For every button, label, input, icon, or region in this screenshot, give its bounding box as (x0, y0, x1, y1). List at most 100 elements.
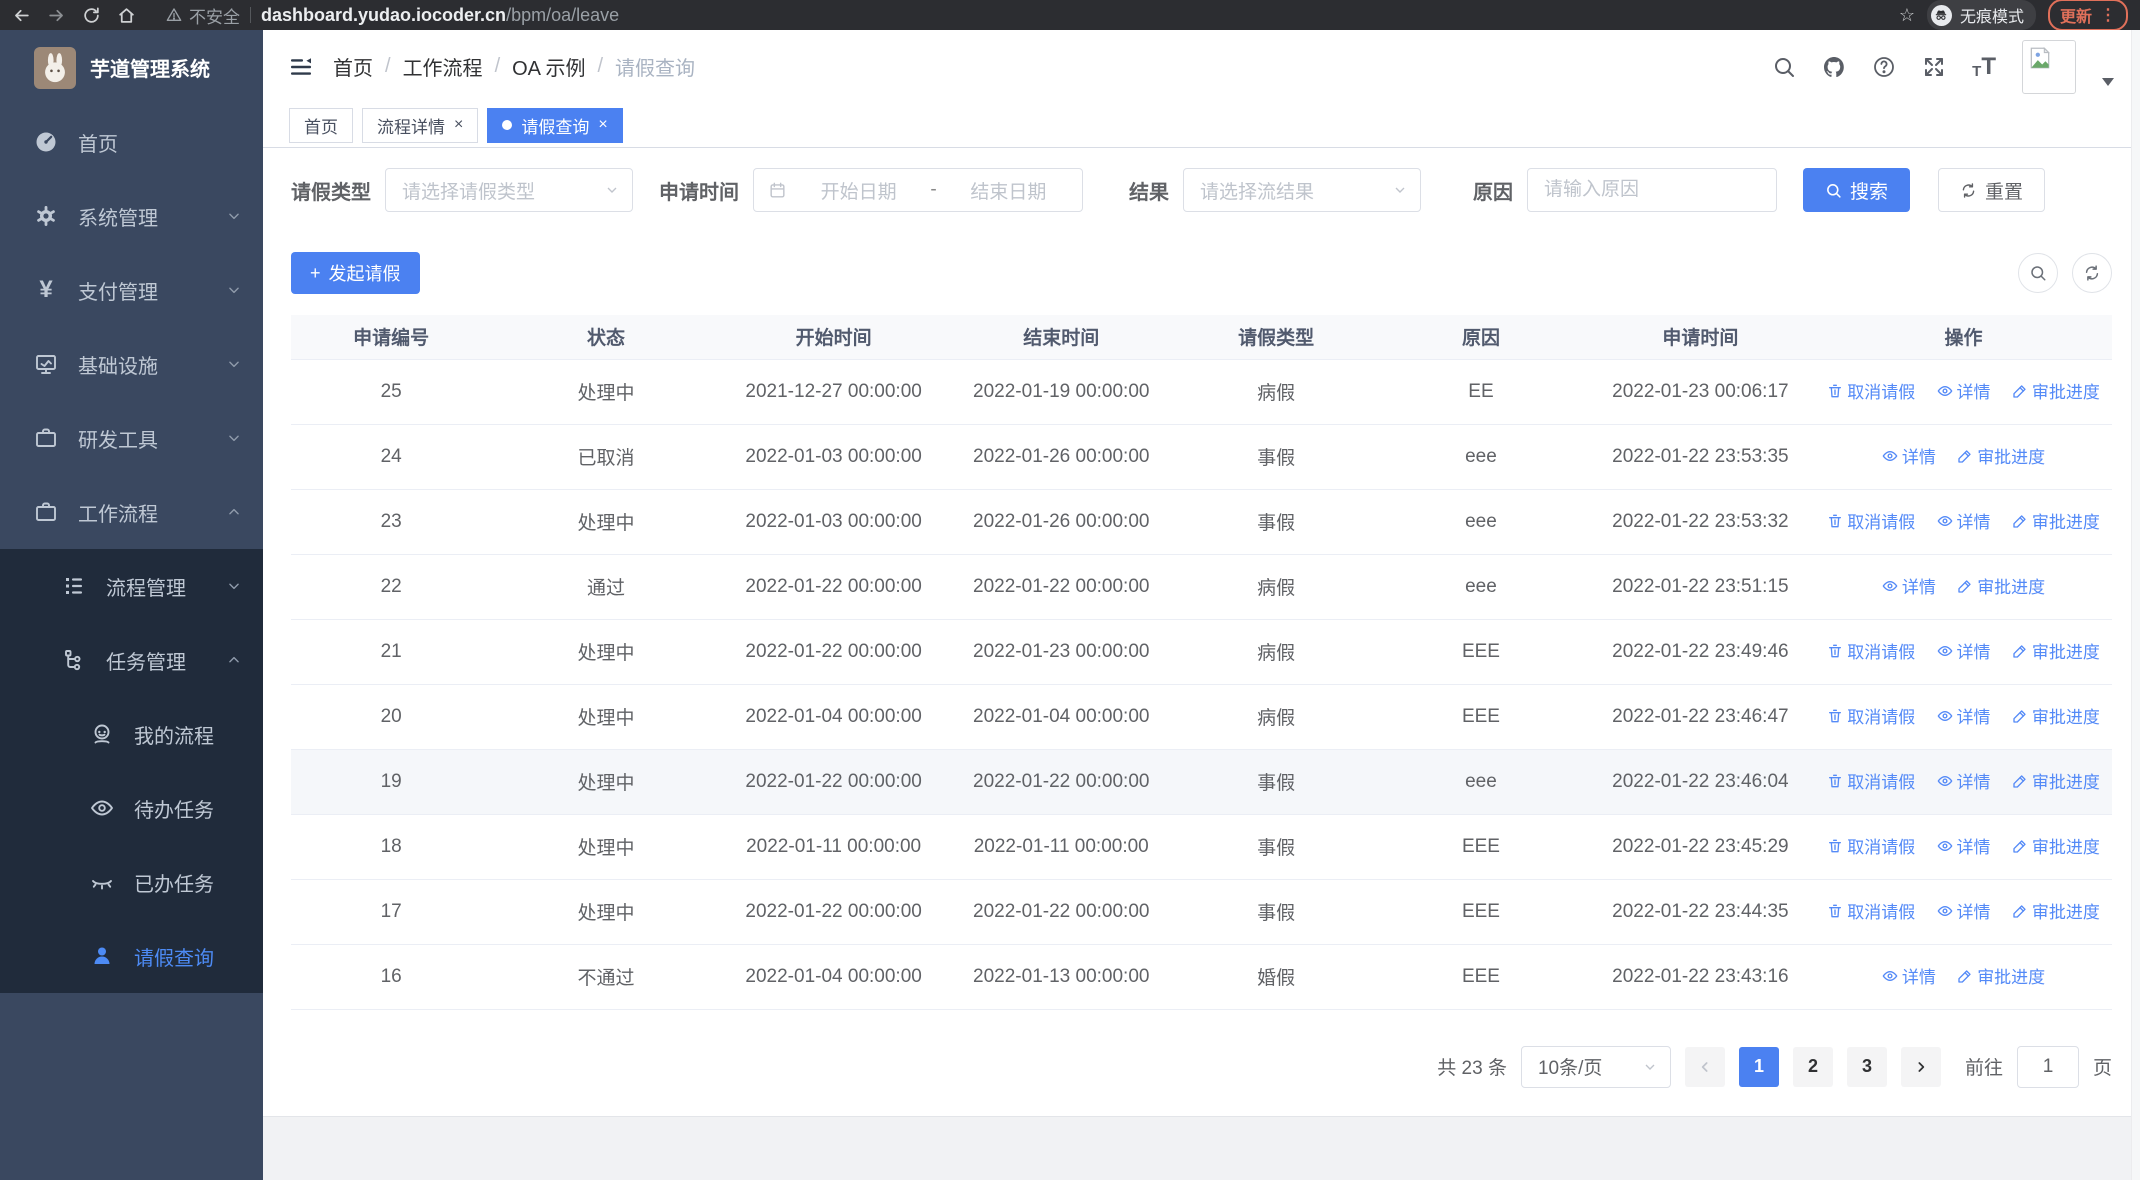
search-icon[interactable] (1772, 55, 1796, 79)
browser-menu-icon[interactable]: ⋮ (2100, 5, 2116, 25)
breadcrumb-home[interactable]: 首页 (333, 52, 373, 81)
detail-link[interactable]: 详情 (1937, 898, 1991, 923)
page-button-3[interactable]: 3 (1846, 1046, 1887, 1087)
search-button[interactable]: 搜索 (1803, 168, 1911, 212)
tab-leave-query[interactable]: 请假查询 × (487, 107, 623, 143)
cell-id: 20 (291, 684, 492, 750)
close-icon[interactable]: × (454, 117, 463, 133)
tab-process-detail[interactable]: 流程详情 × (362, 107, 479, 143)
bookmark-star-icon[interactable]: ☆ (1899, 6, 1915, 24)
gear-icon (34, 204, 58, 228)
home-icon[interactable] (117, 6, 136, 25)
approval-progress-link[interactable]: 审批进度 (2012, 703, 2100, 728)
trash-icon (1829, 774, 1842, 788)
toggle-search-button[interactable] (2018, 253, 2058, 293)
prev-page-button[interactable] (1684, 1046, 1725, 1087)
page-button-2[interactable]: 2 (1792, 1046, 1833, 1087)
breadcrumb-oa-example[interactable]: OA 示例 (512, 52, 585, 81)
page-size-select[interactable]: 10条/页 (1520, 1045, 1671, 1088)
reload-icon[interactable] (82, 6, 101, 25)
forward-icon[interactable] (47, 6, 66, 25)
reset-button[interactable]: 重置 (1938, 168, 2046, 212)
select-placeholder: 请选择流结果 (1200, 181, 1315, 203)
eye-icon (1937, 905, 1952, 916)
update-button[interactable]: 更新 ⋮ (2047, 0, 2128, 31)
back-icon[interactable] (12, 6, 31, 25)
approval-progress-link[interactable]: 审批进度 (2012, 638, 2100, 663)
chevron-down-icon (607, 187, 617, 193)
breadcrumb-separator: / (597, 55, 604, 77)
apply-time-range-picker[interactable]: 开始日期 - 结束日期 (753, 168, 1083, 212)
sidebar-item-leave-query[interactable]: 请假查询 (0, 919, 263, 993)
address-bar[interactable]: 不安全 dashboard.yudao.iocoder.cn/bpm/oa/le… (166, 3, 1883, 28)
approval-progress-link[interactable]: 审批进度 (1957, 573, 2045, 598)
goto-page-input[interactable] (2016, 1045, 2079, 1088)
detail-link[interactable]: 详情 (1937, 508, 1991, 533)
approval-progress-link[interactable]: 审批进度 (2012, 833, 2100, 858)
detail-link[interactable]: 详情 (1882, 963, 1936, 988)
cancel-leave-link[interactable]: 取消请假 (1827, 638, 1915, 663)
cancel-leave-link[interactable]: 取消请假 (1827, 703, 1915, 728)
avatar[interactable] (2022, 39, 2076, 94)
result-select[interactable]: 请选择流结果 (1183, 168, 1421, 212)
sidebar-item-task-mgmt[interactable]: 任务管理 (0, 623, 263, 697)
tab-home[interactable]: 首页 (289, 107, 353, 143)
approval-progress-link[interactable]: 审批进度 (2012, 768, 2100, 793)
refresh-table-button[interactable] (2072, 253, 2112, 293)
page-button-1[interactable]: 1 (1738, 1046, 1779, 1087)
sidebar-item-my-process[interactable]: 我的流程 (0, 697, 263, 771)
leave-type-select[interactable]: 请选择请假类型 (385, 168, 633, 212)
cancel-leave-link[interactable]: 取消请假 (1827, 833, 1915, 858)
sidebar-item-workflow[interactable]: 工作流程 (0, 475, 263, 549)
detail-link[interactable]: 详情 (1937, 768, 1991, 793)
detail-link[interactable]: 详情 (1937, 638, 1991, 663)
detail-link[interactable]: 详情 (1937, 378, 1991, 403)
sidebar-item-done-tasks[interactable]: 已办任务 (0, 845, 263, 919)
scrollbar[interactable] (2131, 30, 2140, 1180)
close-icon[interactable]: × (598, 117, 607, 133)
cancel-leave-link[interactable]: 取消请假 (1827, 508, 1915, 533)
sidebar-fold-icon[interactable] (289, 55, 313, 79)
sidebar-item-infra[interactable]: 基础设施 (0, 327, 263, 401)
sidebar-item-system[interactable]: 系统管理 (0, 179, 263, 253)
briefcase-icon (34, 426, 58, 450)
sidebar-item-process-mgmt[interactable]: 流程管理 (0, 549, 263, 623)
cell-start: 2022-01-22 00:00:00 (720, 879, 947, 945)
sidebar-item-home[interactable]: 首页 (0, 105, 263, 179)
sidebar-item-todo-tasks[interactable]: 待办任务 (0, 771, 263, 845)
cell-type: 事假 (1175, 879, 1377, 945)
sidebar-item-devtools[interactable]: 研发工具 (0, 401, 263, 475)
detail-link[interactable]: 详情 (1937, 833, 1991, 858)
cell-id: 18 (291, 814, 492, 880)
next-page-button[interactable] (1900, 1046, 1941, 1087)
cell-type: 病假 (1175, 359, 1377, 425)
cancel-leave-link[interactable]: 取消请假 (1827, 768, 1915, 793)
cancel-leave-link[interactable]: 取消请假 (1827, 378, 1915, 403)
detail-link[interactable]: 详情 (1937, 703, 1991, 728)
chevron-down-icon[interactable] (2102, 77, 2114, 86)
security-indicator[interactable]: 不安全 (166, 3, 240, 28)
approval-progress-link[interactable]: 审批进度 (2012, 378, 2100, 403)
approval-progress-link[interactable]: 审批进度 (2012, 508, 2100, 533)
approval-progress-link[interactable]: 审批进度 (1957, 963, 2045, 988)
start-date-placeholder: 开始日期 (820, 181, 897, 203)
cell-id: 19 (291, 749, 492, 815)
detail-link[interactable]: 详情 (1882, 573, 1936, 598)
table-row: 21 处理中 2022-01-22 00:00:00 2022-01-23 00… (291, 619, 2112, 685)
reason-input[interactable] (1527, 168, 1777, 212)
cancel-leave-link[interactable]: 取消请假 (1827, 898, 1915, 923)
fullscreen-icon[interactable] (1922, 55, 1946, 79)
chevron-up-icon (229, 656, 239, 663)
approval-progress-link[interactable]: 审批进度 (2012, 898, 2100, 923)
approval-progress-link[interactable]: 审批进度 (1957, 443, 2045, 468)
breadcrumb-workflow[interactable]: 工作流程 (403, 52, 483, 81)
user-icon (90, 944, 114, 968)
help-icon[interactable] (1872, 55, 1896, 79)
font-size-icon[interactable]: TT (1972, 54, 1996, 79)
eye-icon (1882, 970, 1898, 981)
detail-link[interactable]: 详情 (1882, 443, 1936, 468)
github-icon[interactable] (1822, 55, 1846, 79)
sidebar-item-payment[interactable]: ¥ 支付管理 (0, 253, 263, 327)
create-leave-button[interactable]: + 发起请假 (291, 252, 420, 294)
cell-status: 不通过 (491, 944, 721, 1010)
